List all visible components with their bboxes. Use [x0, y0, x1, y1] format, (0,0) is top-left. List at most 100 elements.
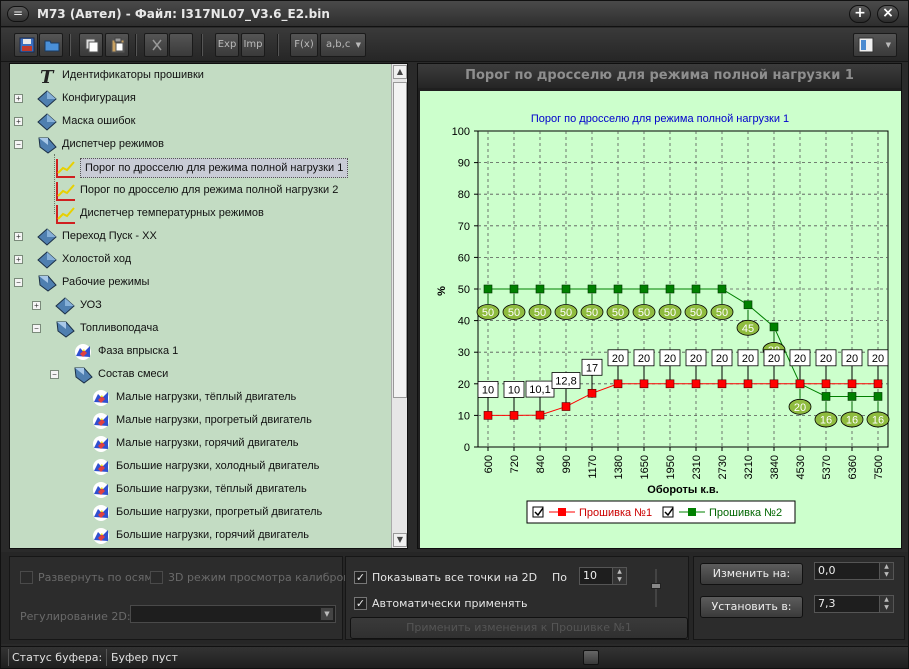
regulation-select[interactable]: ▼ — [130, 605, 336, 623]
view-dropdown[interactable]: ▼ — [853, 33, 897, 57]
series-1-data-label: 20 — [846, 353, 858, 365]
x-tick-label: 840 — [535, 455, 547, 473]
tree-item-label: УОЗ — [80, 299, 102, 311]
tree-item[interactable]: Малые нагрузки, прогретый двигатель — [10, 409, 392, 431]
expand-axes-label: Развернуть по осям — [38, 571, 153, 584]
expand-axes-checkbox[interactable] — [20, 571, 33, 584]
expand-icon[interactable]: + — [14, 94, 23, 103]
value-edit-group: Изменить на: 0,0 ▲ ▼ Установить в: 7,3 ▲ ▼ — [693, 556, 905, 640]
cut-button[interactable] — [144, 33, 168, 57]
collapse-icon[interactable]: − — [14, 278, 23, 287]
legend-label: Прошивка №2 — [709, 507, 782, 519]
add-window-button[interactable]: + — [849, 5, 871, 23]
scroll-up-arrow[interactable]: ▲ — [393, 65, 407, 79]
series-2-data-label: 50 — [560, 307, 572, 319]
change-by-button[interactable]: Изменить на: — [700, 563, 803, 585]
surface-3d-icon — [90, 434, 112, 454]
collapse-icon[interactable]: − — [14, 140, 23, 149]
spin-down-icon[interactable]: ▼ — [880, 604, 893, 612]
tree-item[interactable]: + Маска ошибок — [10, 110, 392, 132]
paste-button[interactable] — [105, 33, 129, 57]
show-all-points-checkbox[interactable]: ✓ — [354, 571, 367, 584]
per-spinner[interactable]: 10 ▲ ▼ — [579, 567, 627, 585]
tree-item[interactable]: Большие нагрузки, горячий двигатель — [10, 524, 392, 546]
show-all-points-label: Показывать все точки на 2D — [372, 571, 538, 584]
series-1-marker — [691, 379, 701, 389]
tree-item[interactable]: + УОЗ — [10, 294, 392, 316]
mode3d-checkbox[interactable] — [150, 571, 163, 584]
x-tick-label: 2310 — [691, 455, 703, 479]
series-1-data-label: 17 — [586, 362, 598, 374]
status-indicator-button[interactable] — [583, 650, 599, 665]
series-2-data-label: 16 — [820, 414, 832, 426]
spin-up-icon[interactable]: ▲ — [613, 568, 626, 576]
scroll-down-arrow[interactable]: ▼ — [393, 533, 407, 547]
toolbar-separator — [69, 34, 71, 56]
chart-area[interactable]: Порог по дросселю для режима полной нагр… — [420, 91, 901, 548]
series-1-data-label: 20 — [794, 353, 806, 365]
per-value: 10 — [583, 569, 597, 582]
spin-down-icon[interactable]: ▼ — [880, 571, 893, 579]
auto-apply-checkbox[interactable]: ✓ — [354, 597, 367, 610]
folder-closed-icon — [54, 296, 76, 316]
tree-item[interactable]: + Холостой ход — [10, 248, 392, 270]
tree-item[interactable]: − Топливоподача — [10, 317, 392, 339]
tree-item[interactable]: Диспетчер температурных режимов — [10, 202, 392, 224]
tree-item[interactable]: Большие нагрузки, прогретый двигатель — [10, 501, 392, 523]
export-button[interactable]: Exp — [215, 33, 239, 57]
tree-item[interactable]: Порог по дросселю для режима полной нагр… — [10, 179, 392, 201]
tree-item[interactable]: Большие нагрузки, тёплый двигатель — [10, 478, 392, 500]
expand-icon[interactable]: + — [14, 117, 23, 126]
surface-3d-icon — [72, 342, 94, 362]
x-tick-label: 1950 — [665, 455, 677, 479]
set-to-spinner[interactable]: 7,3 ▲ ▼ — [814, 595, 894, 613]
save-button[interactable] — [14, 33, 38, 57]
collapse-icon[interactable]: − — [32, 324, 41, 333]
expand-icon[interactable]: + — [14, 255, 23, 264]
set-to-button[interactable]: Установить в: — [700, 596, 803, 618]
spin-up-icon[interactable]: ▲ — [880, 563, 893, 571]
tree-item[interactable]: Большие нагрузки, холодный двигатель — [10, 455, 392, 477]
legend-marker — [558, 508, 566, 516]
text-t-icon: T — [36, 66, 58, 88]
function-button[interactable]: F(x) — [290, 33, 318, 57]
folder-open-icon — [36, 135, 58, 155]
close-button[interactable]: × — [877, 5, 899, 23]
system-menu-button[interactable]: = — [7, 6, 29, 22]
tree-scrollbar[interactable]: ▲ ▼ — [391, 64, 407, 548]
abc-dropdown[interactable]: a,b,c ▼ — [320, 33, 366, 57]
apply-changes-button[interactable]: Применить изменения к Прошивке №1 — [350, 617, 688, 639]
tree-item[interactable]: Малые нагрузки, тёплый двигатель — [10, 386, 392, 408]
copy-icon — [85, 38, 99, 53]
vertical-slider[interactable] — [651, 569, 661, 607]
chart-svg[interactable]: Порог по дросселю для режима полной нагр… — [420, 91, 901, 548]
spin-down-icon[interactable]: ▼ — [613, 576, 626, 584]
tree-item[interactable]: + Переход Пуск - ХХ — [10, 225, 392, 247]
toolbar-separator — [135, 34, 137, 56]
tree-item[interactable]: Порог по дросселю для режима полной нагр… — [10, 156, 392, 178]
open-button[interactable] — [39, 33, 63, 57]
collapse-icon[interactable]: − — [50, 370, 59, 379]
tree-item[interactable]: − Диспетчер режимов — [10, 133, 392, 155]
copy-button[interactable] — [79, 33, 103, 57]
chevron-down-icon: ▼ — [320, 607, 334, 621]
blank-tool-button[interactable] — [169, 33, 193, 57]
abc-dropdown-label: a,b,c — [326, 39, 351, 50]
y-tick-label: 0 — [464, 442, 470, 454]
folder-closed-icon — [36, 112, 58, 132]
chart-panel-header: Порог по дросселю для режима полной нагр… — [418, 64, 901, 88]
tree-item[interactable]: − Состав смеси — [10, 363, 392, 385]
scroll-thumb[interactable] — [393, 82, 407, 398]
series-1-marker — [717, 379, 727, 389]
import-button[interactable]: Imp — [241, 33, 265, 57]
tree-item[interactable]: − Рабочие режимы — [10, 271, 392, 293]
tree-item[interactable]: Малые нагрузки, горячий двигатель — [10, 432, 392, 454]
change-by-spinner[interactable]: 0,0 ▲ ▼ — [814, 562, 894, 580]
spin-up-icon[interactable]: ▲ — [880, 596, 893, 604]
tree-item[interactable]: + Конфигурация — [10, 87, 392, 109]
expand-icon[interactable]: + — [32, 301, 41, 310]
expand-icon[interactable]: + — [14, 232, 23, 241]
buffer-status-value: Буфер пуст — [111, 651, 178, 664]
tree-item[interactable]: T Идентификаторы прошивки — [10, 64, 392, 88]
tree-item[interactable]: Фаза впрыска 1 — [10, 340, 392, 362]
